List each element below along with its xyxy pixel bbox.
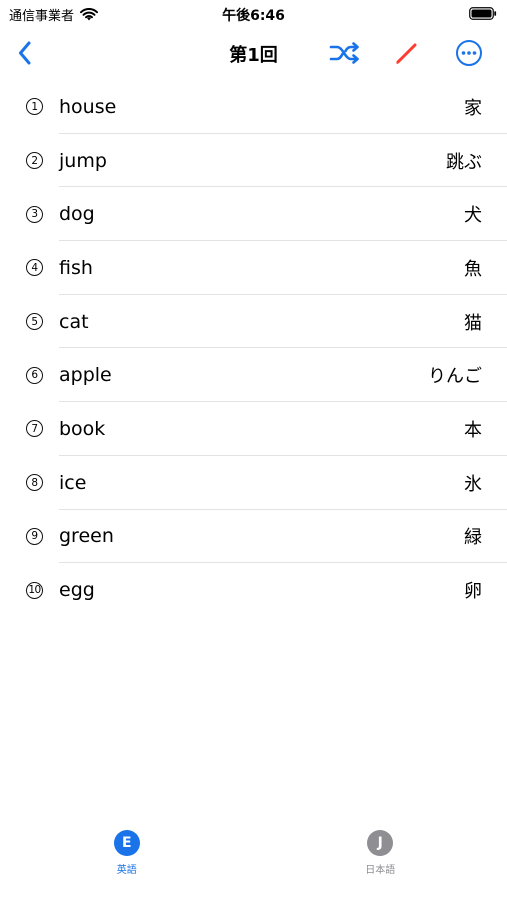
tab-japanese[interactable]: J 日本語: [254, 820, 507, 900]
battery-icon: [469, 7, 497, 20]
item-number-badge: 3: [26, 205, 43, 223]
tab-english[interactable]: E 英語: [0, 820, 254, 900]
japanese-tab-icon: J: [367, 830, 394, 856]
japanese-word: 魚: [464, 258, 482, 280]
list-item[interactable]: 5 cat 猫: [0, 295, 507, 349]
item-number-badge: 2: [26, 152, 43, 170]
more-button[interactable]: [453, 38, 485, 68]
english-word: ice: [59, 471, 87, 494]
list-item[interactable]: 8 ice 氷: [0, 456, 507, 510]
list-item[interactable]: 9 green 緑: [0, 510, 507, 564]
item-number-badge: 5: [26, 313, 43, 331]
item-number-badge: 8: [26, 474, 43, 492]
english-word: egg: [59, 579, 95, 602]
japanese-word: 緑: [464, 527, 482, 549]
list-item[interactable]: 10 egg 卵: [0, 563, 507, 617]
edit-button[interactable]: [391, 38, 423, 68]
english-word: cat: [59, 310, 89, 333]
english-word: fish: [59, 256, 93, 279]
english-word: dog: [59, 203, 95, 226]
word-list: 1 house 家 2 jump 跳ぶ 3 dog 犬 4 fish 魚 5 cat 猫 6 apple りんご 7…: [0, 80, 507, 617]
japanese-word: 本: [464, 419, 482, 441]
pencil-icon: [396, 43, 417, 64]
status-time: 午後6:46: [222, 8, 285, 24]
english-word: green: [59, 525, 114, 548]
list-item[interactable]: 4 fish 魚: [0, 241, 507, 295]
list-item[interactable]: 7 book 本: [0, 402, 507, 456]
shuffle-button[interactable]: [329, 38, 361, 68]
tab-bar: E 英語 J 日本語: [0, 820, 507, 900]
japanese-word: りんご: [428, 366, 482, 388]
list-item[interactable]: 2 jump 跳ぶ: [0, 134, 507, 188]
item-number-badge: 6: [26, 366, 43, 384]
english-word: book: [59, 417, 106, 440]
nav-bar: 第1回: [0, 30, 507, 76]
japanese-word: 家: [464, 97, 482, 119]
status-bar: 通信事業者 午後6:46: [0, 0, 507, 28]
list-item[interactable]: 1 house 家: [0, 80, 507, 134]
japanese-word: 犬: [464, 205, 482, 227]
item-number-badge: 1: [26, 98, 43, 116]
item-number-badge: 10: [26, 581, 43, 599]
list-item[interactable]: 6 apple りんご: [0, 348, 507, 402]
list-item[interactable]: 3 dog 犬: [0, 187, 507, 241]
english-word: jump: [59, 149, 107, 172]
japanese-word: 卵: [464, 581, 482, 603]
japanese-word: 氷: [464, 473, 482, 495]
english-tab-icon: E: [113, 830, 140, 856]
nav-actions: [329, 38, 485, 68]
english-word: house: [59, 95, 117, 118]
item-number-badge: 7: [26, 420, 43, 438]
tab-label: 日本語: [365, 865, 396, 876]
japanese-word: 跳ぶ: [446, 151, 482, 173]
shuffle-icon: [329, 42, 359, 64]
ellipsis-circle-icon: [456, 40, 482, 66]
japanese-word: 猫: [464, 312, 482, 334]
item-number-badge: 9: [26, 527, 43, 545]
item-number-badge: 4: [26, 259, 43, 277]
english-word: apple: [59, 364, 112, 387]
tab-label: 英語: [116, 865, 137, 876]
